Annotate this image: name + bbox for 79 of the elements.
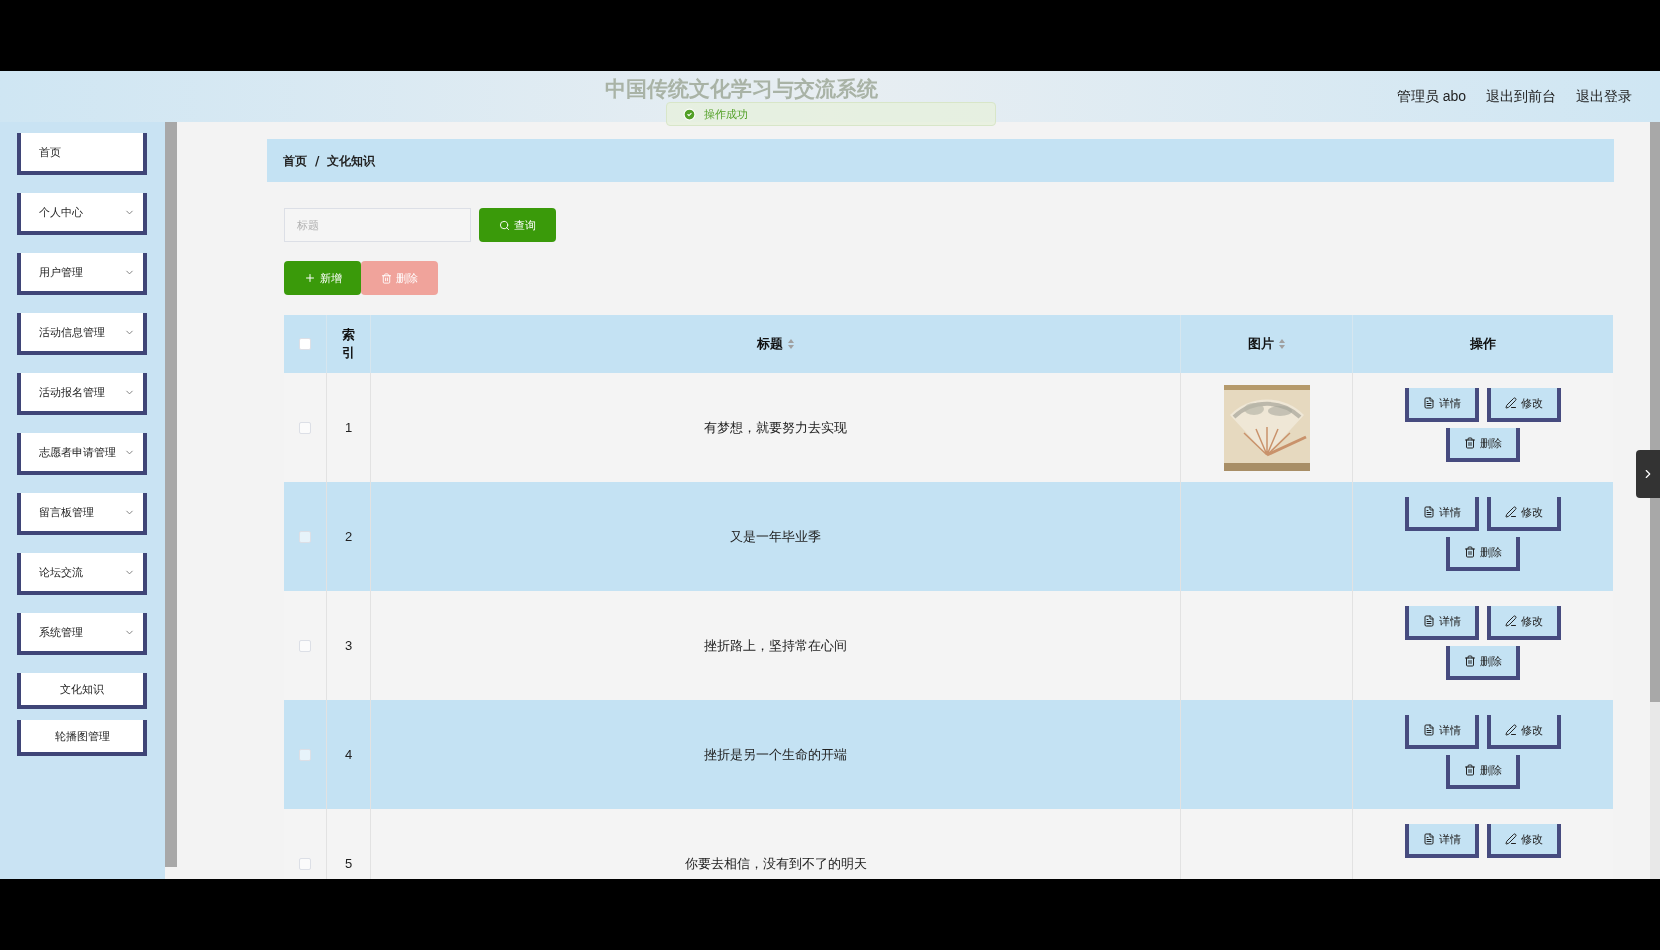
check-icon — [683, 107, 696, 121]
detail-button[interactable]: 详情 — [1405, 388, 1479, 422]
breadcrumb-separator: / — [315, 152, 320, 170]
trash-icon — [1464, 546, 1476, 558]
breadcrumb-item[interactable]: 首页 — [283, 151, 307, 170]
search-button[interactable]: 查询 — [479, 208, 556, 242]
detail-button[interactable]: 详情 — [1405, 715, 1479, 749]
table-cell-text: 3 — [344, 636, 353, 655]
sidebar-item[interactable]: 轮播图管理 — [17, 720, 147, 756]
table-cell-text: 有梦想，就要努力去实现 — [704, 418, 847, 437]
table-cell-text: 4 — [344, 745, 353, 764]
sidebar-item[interactable]: 用户管理 — [17, 253, 147, 295]
select-all-checkbox[interactable] — [299, 338, 311, 350]
pencil-icon — [1505, 833, 1517, 845]
edit-button[interactable]: 修改 — [1487, 497, 1561, 531]
row-checkbox[interactable] — [299, 857, 311, 870]
detail-button[interactable]: 详情 — [1405, 824, 1479, 858]
detail-button[interactable]: 详情 — [1405, 497, 1479, 531]
column-header: 索引 — [342, 325, 355, 362]
delete-button[interactable]: 删除 — [1446, 537, 1520, 571]
row-checkbox[interactable] — [299, 530, 311, 543]
edit-button[interactable]: 修改 — [1487, 606, 1561, 640]
pencil-icon — [1505, 397, 1517, 409]
breadcrumb-item[interactable]: 文化知识 — [327, 151, 376, 170]
trash-icon — [1464, 764, 1476, 776]
row-checkbox[interactable] — [299, 748, 311, 761]
plus-icon — [303, 272, 316, 284]
search-field[interactable]: 标题 — [284, 208, 471, 242]
sidebar-item[interactable]: 活动信息管理 — [17, 313, 147, 355]
sidebar-item[interactable]: 文化知识 — [17, 673, 147, 709]
edit-button[interactable]: 修改 — [1487, 824, 1561, 858]
table-cell-text: 你要去相信，没有到不了的明天 — [684, 854, 867, 873]
document-icon — [1423, 833, 1435, 845]
header-link[interactable]: 退出登录 — [1576, 86, 1632, 107]
document-icon — [1423, 397, 1435, 409]
app-title: 中国传统文化学习与交流系统 — [604, 77, 878, 101]
delete-button[interactable]: 删除 — [1446, 646, 1520, 680]
sidebar-item[interactable]: 首页 — [17, 133, 147, 175]
sidebar-item[interactable]: 系统管理 — [17, 613, 147, 655]
table-cell-text: 挫折路上，坚持常在心间 — [704, 636, 847, 655]
document-icon — [1423, 615, 1435, 627]
table-cell-text: 又是一年毕业季 — [730, 527, 821, 546]
sort-icon[interactable] — [1277, 338, 1286, 350]
delete-button[interactable]: 删除 — [1446, 755, 1520, 789]
column-header: 标题 — [756, 335, 783, 354]
column-header: 操作 — [1470, 335, 1496, 354]
table-cell-text: 5 — [344, 854, 353, 873]
side-panel-toggle[interactable] — [1636, 450, 1660, 498]
delete-button[interactable]: 删除 — [1446, 428, 1520, 462]
edit-button[interactable]: 修改 — [1487, 388, 1561, 422]
user-name: 管理员 abo — [1396, 87, 1466, 106]
column-header: 图片 — [1247, 335, 1274, 354]
sidebar-item[interactable]: 志愿者申请管理 — [17, 433, 147, 475]
row-checkbox[interactable] — [299, 421, 311, 434]
sidebar-item[interactable]: 个人中心 — [17, 193, 147, 235]
add-button[interactable]: 新增 — [284, 261, 361, 295]
header-link[interactable]: 退出到前台 — [1486, 86, 1556, 107]
document-icon — [1423, 506, 1435, 518]
detail-button[interactable]: 详情 — [1405, 606, 1479, 640]
document-icon — [1423, 724, 1435, 736]
table-cell-text: 1 — [344, 418, 353, 437]
pencil-icon — [1505, 506, 1517, 518]
sidebar-scrollbar[interactable] — [165, 122, 177, 867]
page-scrollbar[interactable] — [1650, 122, 1660, 879]
trash-icon — [381, 272, 392, 284]
edit-button[interactable]: 修改 — [1487, 715, 1561, 749]
sidebar-item[interactable]: 论坛交流 — [17, 553, 147, 595]
search-icon — [499, 219, 510, 231]
trash-icon — [1464, 655, 1476, 667]
table-cell-text: 挫折是另一个生命的开端 — [704, 745, 847, 764]
sort-icon[interactable] — [786, 338, 795, 350]
sidebar-item[interactable]: 留言板管理 — [17, 493, 147, 535]
pencil-icon — [1505, 615, 1517, 627]
table-cell-text: 2 — [344, 527, 353, 546]
sidebar-item[interactable]: 活动报名管理 — [17, 373, 147, 415]
trash-icon — [1464, 437, 1476, 449]
row-checkbox[interactable] — [299, 639, 311, 652]
pencil-icon — [1505, 724, 1517, 736]
toast-message: 操作成功 — [704, 106, 748, 122]
